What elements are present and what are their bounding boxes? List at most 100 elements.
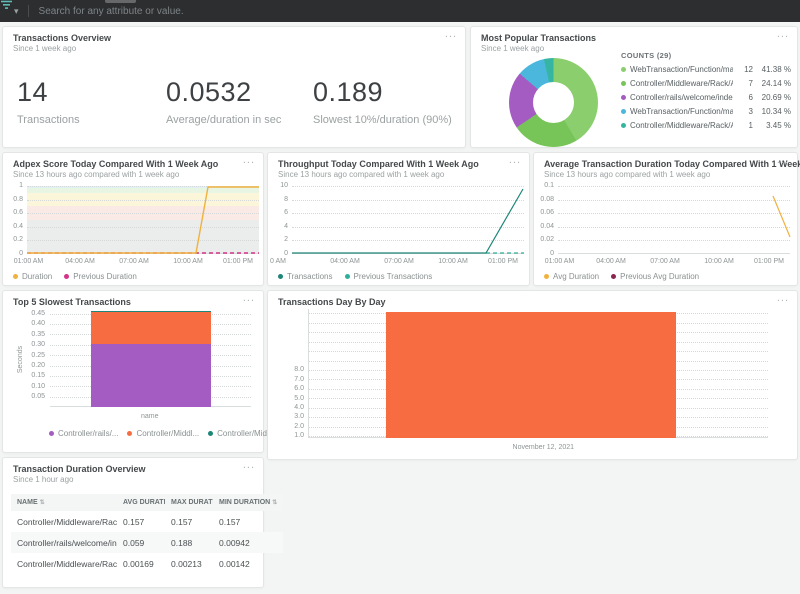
- x-tick: 04:00 AM: [330, 258, 360, 265]
- cell-min: 0.00142: [213, 559, 277, 569]
- legend-pct: 24.14 %: [753, 79, 791, 88]
- legend-dot: [64, 274, 69, 279]
- search-input[interactable]: [37, 5, 441, 18]
- chevron-down-icon[interactable]: ▾: [14, 6, 19, 17]
- x-tick: 04:00 AM: [65, 258, 95, 265]
- legend-label: Avg Duration: [553, 272, 599, 281]
- avg-duration-plot: [558, 186, 790, 254]
- chart-legend: Avg Duration Previous Avg Duration: [544, 272, 699, 281]
- cell-name: Controller/rails/welcome/index: [11, 538, 117, 548]
- donut-legend-item[interactable]: Controller/rails/welcome/index 6 20.69 %: [621, 91, 791, 103]
- panel-menu-button[interactable]: ...: [777, 291, 789, 305]
- legend-item[interactable]: Transactions: [278, 272, 333, 281]
- metric-transactions: 14 Transactions: [17, 77, 80, 126]
- table-row[interactable]: Controller/Middleware/Rack/ActionDis... …: [11, 511, 283, 532]
- legend-count: 7: [737, 79, 753, 88]
- x-tick: 07:00 AM: [119, 258, 149, 265]
- y-tick: 0.04: [536, 223, 554, 230]
- panel-menu-button[interactable]: ...: [243, 153, 255, 167]
- counts-header: COUNTS (29): [621, 51, 671, 60]
- column-header-min-duration[interactable]: MIN DURATION⇅: [213, 499, 277, 506]
- column-header-avg-duration[interactable]: AVG DURATION⇅: [117, 499, 165, 506]
- y-tick: 0.6: [5, 209, 23, 216]
- panel-title: Transactions Overview: [13, 33, 111, 43]
- column-header-max-duration[interactable]: MAX DURATION⇅: [165, 499, 213, 506]
- y-tick: 1.0: [286, 432, 304, 439]
- tab-notch: [105, 0, 136, 3]
- y-tick: 0.40: [27, 320, 45, 327]
- legend-count: 3: [737, 107, 753, 116]
- column-header-name[interactable]: NAME⇅: [11, 499, 117, 506]
- y-tick: 0: [5, 250, 23, 257]
- donut-legend-item[interactable]: Controller/Middleware/Rack/ActionDis... …: [621, 77, 791, 89]
- duration-table: NAME⇅ AVG DURATION⇅ MAX DURATION⇅ MIN DU…: [11, 494, 283, 574]
- legend-pct: 3.45 %: [753, 121, 791, 130]
- avg-duration-line: [773, 196, 790, 237]
- legend-dot: [621, 81, 626, 86]
- y-tick: 5.0: [286, 395, 304, 402]
- panel-menu-button[interactable]: ...: [777, 27, 789, 41]
- panel-top5-slowest: Top 5 Slowest Transactions ... Seconds 0…: [2, 290, 264, 453]
- legend-count: 6: [737, 93, 753, 102]
- x-tick: 07:00 AM: [650, 258, 680, 265]
- table-header-row: NAME⇅ AVG DURATION⇅ MAX DURATION⇅ MIN DU…: [11, 494, 283, 511]
- legend-dot: [278, 274, 283, 279]
- table-row[interactable]: Controller/rails/welcome/index 0.059 0.1…: [11, 532, 283, 553]
- panel-title: Adpex Score Today Compared With 1 Week A…: [13, 159, 218, 169]
- legend-dot: [621, 67, 626, 72]
- panel-menu-button[interactable]: ...: [777, 153, 789, 167]
- y-tick: 10: [270, 182, 288, 189]
- panel-menu-button[interactable]: ...: [445, 27, 457, 41]
- throughput-plot: [292, 186, 524, 254]
- donut-legend-item[interactable]: WebTransaction/Function/main:feedpa... 3…: [621, 105, 791, 117]
- legend-item[interactable]: Previous Transactions: [345, 272, 433, 281]
- legend-label: Controller/rails/...: [58, 429, 118, 438]
- legend-item[interactable]: Controller/Middl...: [127, 429, 199, 438]
- popular-donut[interactable]: [509, 58, 598, 147]
- panel-avg-transaction-duration: Average Transaction Duration Today Compa…: [533, 152, 798, 286]
- dashboard-page: ▾ Transactions Overview Since 1 week ago…: [0, 0, 800, 594]
- divider: [28, 5, 29, 17]
- legend-item[interactable]: Previous Avg Duration: [611, 272, 699, 281]
- legend-item[interactable]: Duration: [13, 272, 52, 281]
- panel-title: Transaction Duration Overview: [13, 464, 146, 474]
- panel-menu-button[interactable]: ...: [243, 291, 255, 305]
- x-tick: 04:00 AM: [596, 258, 626, 265]
- legend-name: WebTransaction/Function/main:root: [630, 65, 733, 74]
- day-bar[interactable]: [386, 312, 676, 438]
- avg-duration-lines[interactable]: [558, 186, 790, 254]
- legend-name: Controller/rails/welcome/index: [630, 93, 733, 102]
- panel-subtitle: Since 13 hours ago compared with 1 week …: [13, 170, 179, 179]
- y-tick: 6: [270, 209, 288, 216]
- bar-segment-orange[interactable]: [91, 312, 211, 345]
- legend-label: Previous Avg Duration: [620, 272, 699, 281]
- top5-plot: [50, 309, 251, 407]
- y-tick: 1: [5, 182, 23, 189]
- panel-subtitle: Since 13 hours ago compared with 1 week …: [278, 170, 444, 179]
- legend-label: Previous Duration: [73, 272, 137, 281]
- legend-item[interactable]: Avg Duration: [544, 272, 599, 281]
- panel-menu-button[interactable]: ...: [243, 458, 255, 472]
- y-tick: 2.0: [286, 423, 304, 430]
- x-tick: 07:00 AM: [384, 258, 414, 265]
- legend-item[interactable]: Previous Duration: [64, 272, 137, 281]
- donut-legend-item[interactable]: Controller/Middleware/Rack/ActionDis... …: [621, 119, 791, 131]
- x-tick: 01:00 AM: [545, 258, 575, 265]
- panel-subtitle: Since 1 week ago: [481, 44, 544, 53]
- throughput-lines[interactable]: [292, 186, 524, 254]
- x-tick: 0 AM: [270, 258, 286, 265]
- y-axis-line: [308, 309, 309, 438]
- y-tick: 0.05: [27, 393, 45, 400]
- apdex-plot: [27, 186, 259, 254]
- donut-legend-item[interactable]: WebTransaction/Function/main:root 12 41.…: [621, 63, 791, 75]
- table-row[interactable]: Controller/Middleware/Rack/ActionDis... …: [11, 553, 283, 574]
- y-tick: 0.4: [5, 223, 23, 230]
- legend-item[interactable]: Controller/rails/...: [49, 429, 118, 438]
- y-tick: 0.20: [27, 362, 45, 369]
- panel-menu-button[interactable]: ...: [509, 153, 521, 167]
- cell-max: 0.188: [165, 538, 213, 548]
- apdex-lines[interactable]: [27, 186, 259, 254]
- y-tick: 7.0: [286, 376, 304, 383]
- bar-segment-purple[interactable]: [91, 344, 211, 407]
- y-tick: 8.0: [286, 366, 304, 373]
